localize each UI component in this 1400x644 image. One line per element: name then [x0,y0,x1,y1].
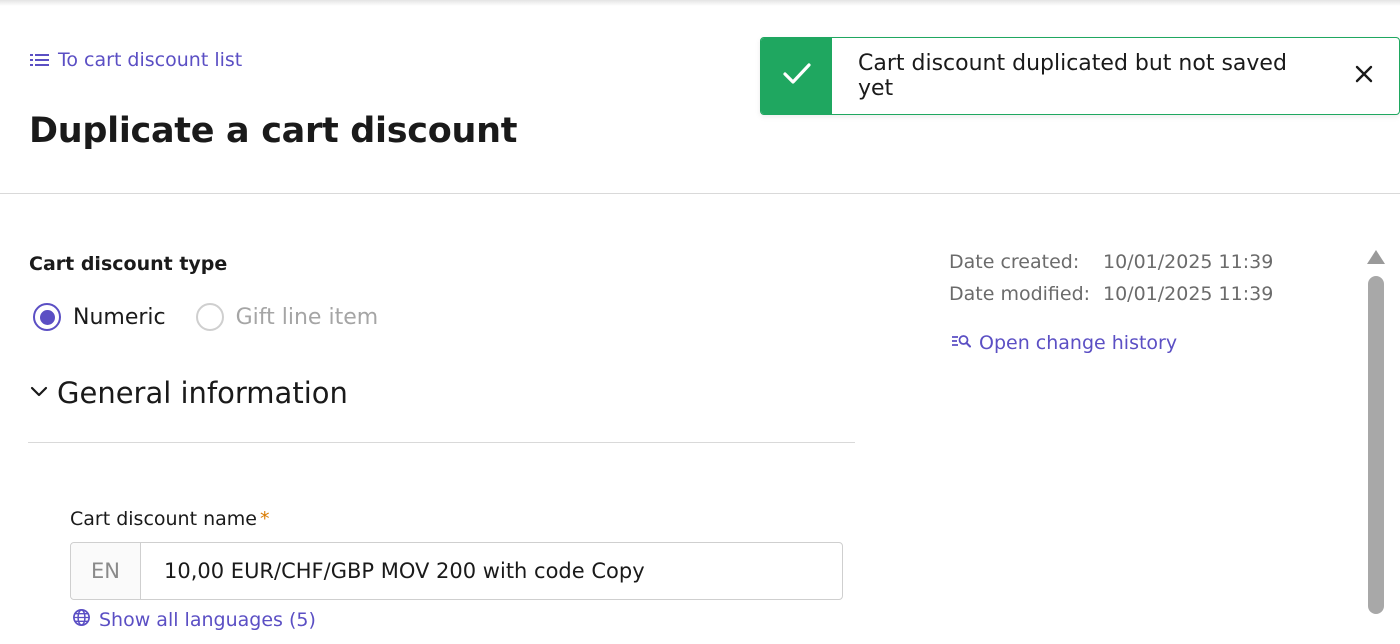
toast-icon-box [761,38,832,114]
cart-discount-name-label: Cart discount name * [70,508,269,530]
date-created-label: Date created: [949,251,1080,273]
radio-gift-line-item-label: Gift line item [235,304,379,330]
close-icon [1355,65,1373,87]
discount-type-label: Cart discount type [29,253,228,275]
scroll-up-arrow-icon[interactable] [1367,250,1385,264]
globe-icon [72,608,91,632]
list-icon [30,53,49,67]
scrollbar-thumb[interactable] [1368,276,1384,614]
radio-gift-line-item-circle[interactable] [195,303,224,331]
open-change-history-link[interactable]: Open change history [951,332,1177,354]
date-modified-label: Date modified: [949,283,1091,305]
date-modified-value: 10/01/2025 11:39 [1103,283,1274,305]
back-to-list-link[interactable]: To cart discount list [30,49,242,71]
back-link-label: To cart discount list [58,49,243,71]
date-modified-row: Date modified: 10/01/2025 11:39 [949,278,1273,310]
section-divider [28,442,855,443]
toast-close-button[interactable] [1329,38,1399,114]
date-created-row: Date created: 10/01/2025 11:39 [949,246,1273,278]
chevron-down-icon [29,384,49,403]
radio-numeric-label: Numeric [73,304,166,330]
show-all-languages-label: Show all languages (5) [99,609,316,631]
page-title: Duplicate a cart discount [29,111,518,151]
language-prefix: EN [71,543,141,599]
check-icon [782,62,812,90]
header-divider [0,193,1400,194]
required-marker: * [259,508,270,530]
metadata-panel: Date created: 10/01/2025 11:39 Date modi… [949,246,1273,310]
radio-gift-line-item[interactable]: Gift line item [195,303,379,331]
cart-discount-name-label-text: Cart discount name [70,508,257,530]
general-information-title: General information [57,376,348,410]
open-change-history-label: Open change history [979,332,1178,354]
show-all-languages-link[interactable]: Show all languages (5) [72,608,316,632]
success-toast: Cart discount duplicated but not saved y… [760,37,1400,115]
cart-discount-name-input[interactable] [141,543,842,599]
radio-numeric-circle[interactable] [33,303,61,331]
history-search-icon [951,332,971,354]
top-shadow [0,0,1400,6]
toast-message: Cart discount duplicated but not saved y… [858,51,1287,101]
general-information-toggle[interactable]: General information [29,376,348,410]
discount-type-radio-group: Numeric Gift line item [33,303,408,331]
radio-numeric[interactable]: Numeric [33,303,166,331]
date-created-value: 10/01/2025 11:39 [1103,251,1274,273]
cart-discount-name-field: EN [70,542,843,600]
